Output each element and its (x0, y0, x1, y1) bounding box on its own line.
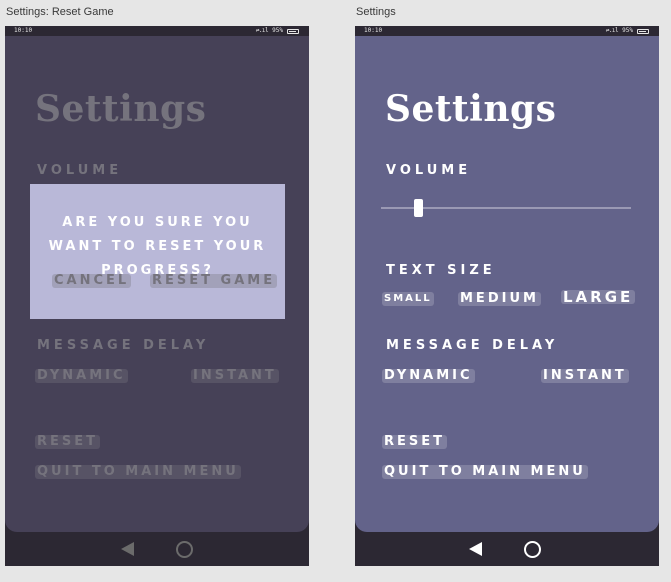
dynamic-option[interactable]: DYNAMIC (35, 369, 128, 383)
frame-label-reset-game: Settings: Reset Game (6, 6, 114, 18)
nav-bar (5, 532, 309, 566)
status-bar: 10:10 ⇌.ıl 95% (355, 26, 659, 36)
settings-screen: Settings VOLUME TEXT SIZE SMALL MEDIUM L… (355, 36, 659, 532)
back-triangle-icon[interactable] (121, 542, 134, 556)
volume-label: VOLUME (37, 163, 123, 178)
status-time: 10:10 (364, 27, 383, 34)
dynamic-option[interactable]: DYNAMIC (382, 369, 475, 383)
settings-screen-dimmed: Settings VOLUME ARE YOU SURE YOU WANT TO… (5, 36, 309, 532)
phone-frame-reset-game: 10:10 ⇌.ıl 95% Settings VOLUME ARE YOU S… (5, 26, 309, 566)
text-size-medium-option[interactable]: MEDIUM (458, 292, 541, 306)
frame-label-settings: Settings (356, 6, 396, 18)
message-delay-label: MESSAGE DELAY (386, 338, 559, 353)
home-circle-icon[interactable] (524, 541, 541, 558)
reset-game-button[interactable]: RESET GAME (150, 274, 278, 288)
volume-slider-thumb[interactable] (414, 199, 423, 217)
instant-option[interactable]: INSTANT (191, 369, 279, 383)
phone-frame-settings: 10:10 ⇌.ıl 95% Settings VOLUME TEXT SIZE… (355, 26, 659, 566)
signal-icon: ⇌.ıl (605, 27, 619, 34)
instant-option[interactable]: INSTANT (541, 369, 629, 383)
reset-button[interactable]: RESET (382, 435, 448, 449)
status-indicators: ⇌.ıl 95% (606, 26, 649, 36)
page-title: Settings (35, 88, 207, 130)
cancel-button[interactable]: CANCEL (52, 274, 132, 288)
back-triangle-icon[interactable] (469, 542, 482, 556)
battery-icon (287, 28, 299, 34)
signal-icon: ⇌.ıl (255, 27, 269, 34)
text-size-small-option[interactable]: SMALL (382, 292, 434, 306)
status-time: 10:10 (14, 27, 33, 34)
battery-percent: 95% (272, 27, 283, 34)
text-size-label: TEXT SIZE (386, 263, 496, 278)
quit-to-main-menu-button[interactable]: QUIT TO MAIN MENU (382, 465, 588, 479)
battery-percent: 95% (622, 27, 633, 34)
quit-to-main-menu-button[interactable]: QUIT TO MAIN MENU (35, 465, 241, 479)
volume-label: VOLUME (386, 163, 472, 178)
reset-confirm-dialog: ARE YOU SURE YOU WANT TO RESET YOUR PROG… (30, 184, 285, 319)
status-bar: 10:10 ⇌.ıl 95% (5, 26, 309, 36)
nav-bar (355, 532, 659, 566)
home-circle-icon[interactable] (176, 541, 193, 558)
message-delay-label: MESSAGE DELAY (37, 338, 210, 353)
page-title: Settings (385, 88, 557, 130)
reset-button[interactable]: RESET (35, 435, 101, 449)
battery-icon (637, 28, 649, 34)
status-indicators: ⇌.ıl 95% (256, 26, 299, 36)
text-size-large-option[interactable]: LARGE (561, 290, 636, 305)
